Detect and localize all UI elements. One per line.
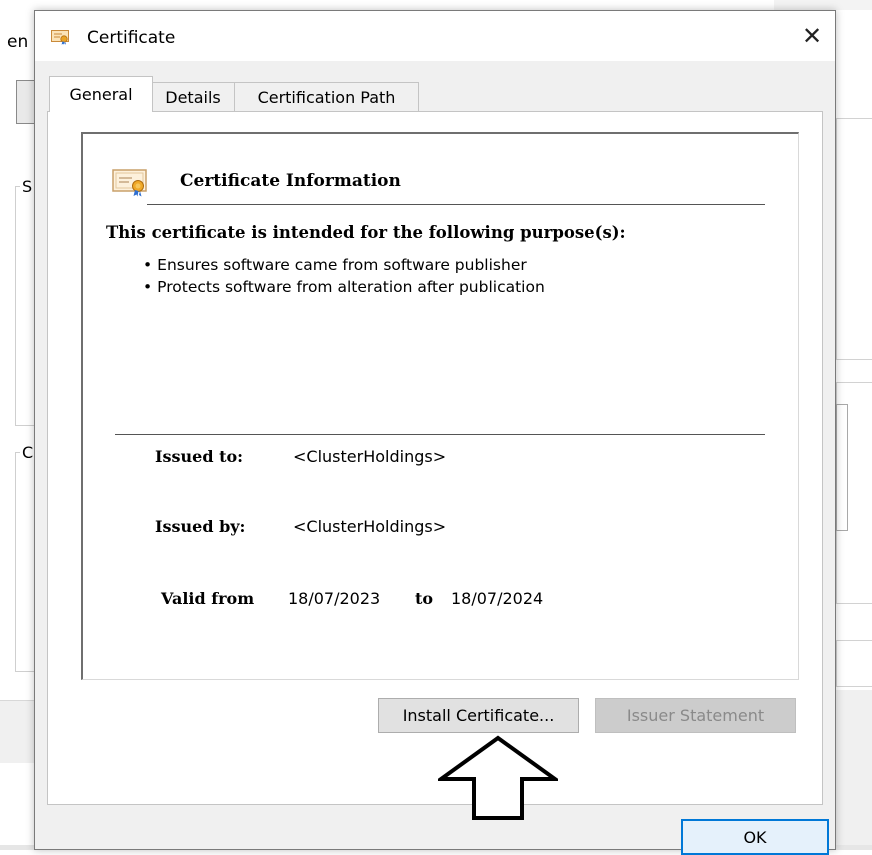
background-top-strip <box>774 0 872 10</box>
purpose-list: Ensures software came from software publ… <box>143 254 545 298</box>
issued-to-label: Issued to: <box>155 447 244 466</box>
issuer-statement-button[interactable]: Issuer Statement <box>595 698 796 733</box>
certificate-info-header: Certificate Information <box>180 171 401 191</box>
background-groupbox-label: S <box>20 177 35 196</box>
issued-by-value: <ClusterHoldings> <box>293 517 447 536</box>
certificate-dialog: Certificate ✕ General Details Certificat… <box>34 10 836 855</box>
valid-to-value: 18/07/2024 <box>451 589 544 608</box>
close-button[interactable]: ✕ <box>789 11 835 61</box>
background-window-text: en <box>7 32 29 52</box>
background-document-icon <box>16 80 36 124</box>
certificate-info-box: Certificate Information This certificate… <box>81 132 799 680</box>
general-tab-panel: Certificate Information This certificate… <box>47 111 823 805</box>
certificate-icon <box>51 30 69 45</box>
background-groupbox-label: C <box>20 443 36 462</box>
up-arrow-icon <box>438 735 558 820</box>
valid-to-label: to <box>415 589 434 608</box>
list-item: Ensures software came from software publ… <box>143 254 545 276</box>
tab-general[interactable]: General <box>49 76 153 112</box>
divider <box>115 434 765 435</box>
background-right-panel <box>836 118 872 360</box>
dialog-title: Certificate <box>87 28 176 48</box>
background-right-button <box>836 640 872 687</box>
tab-strip: General Details Certification Path <box>49 76 829 112</box>
divider <box>147 204 765 205</box>
tab-certification-path[interactable]: Certification Path <box>234 82 419 112</box>
background-right-listbox <box>836 404 848 531</box>
list-item: Protects software from alteration after … <box>143 276 545 298</box>
purpose-heading: This certificate is intended for the fol… <box>106 223 626 242</box>
title-bar[interactable]: Certificate ✕ <box>35 11 835 61</box>
issued-by-label: Issued by: <box>155 517 246 536</box>
issued-to-value: <ClusterHoldings> <box>293 447 447 466</box>
install-certificate-button[interactable]: Install Certificate... <box>378 698 579 733</box>
valid-from-label: Valid from <box>161 589 255 608</box>
close-icon: ✕ <box>801 22 823 50</box>
certificate-icon <box>112 169 147 197</box>
valid-from-value: 18/07/2023 <box>288 589 381 608</box>
tab-details[interactable]: Details <box>151 82 235 112</box>
background-right-band <box>836 690 872 850</box>
